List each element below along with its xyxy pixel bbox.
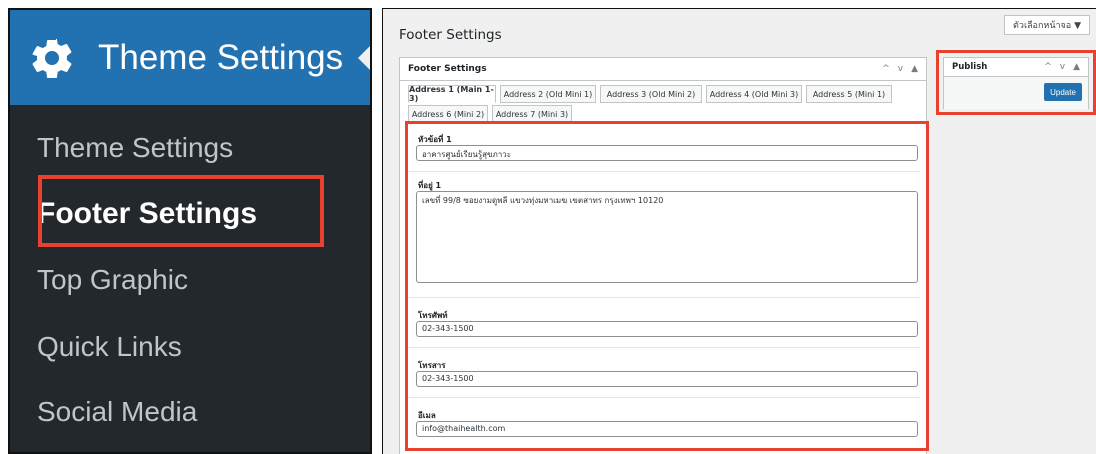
- tab-address-3[interactable]: Address 3 (Old Mini 2): [600, 85, 702, 103]
- metabox-controls: ^ v ▲: [882, 64, 918, 74]
- sidebar-item-social-media[interactable]: Social Media: [37, 396, 197, 428]
- move-up-icon[interactable]: ^: [882, 64, 890, 74]
- metabox-header: Footer Settings ^ v ▲: [400, 58, 926, 81]
- tab-address-1[interactable]: Address 1 (Main 1-3): [408, 85, 496, 103]
- toggle-panel-icon[interactable]: ▲: [911, 64, 918, 74]
- tab-address-2[interactable]: Address 2 (Old Mini 1): [500, 85, 596, 103]
- theme-settings-header-label: Theme Settings: [98, 37, 344, 77]
- page-title: Footer Settings: [399, 27, 502, 43]
- gear-icon: [32, 38, 72, 78]
- publish-highlight: [936, 50, 1096, 115]
- metabox-title: Footer Settings: [408, 64, 487, 74]
- current-menu-arrow-icon: [358, 44, 370, 72]
- admin-sidebar: Theme Settings Theme Settings Footer Set…: [8, 8, 372, 454]
- tab-address-4[interactable]: Address 4 (Old Mini 3): [706, 85, 802, 103]
- admin-content: ตัวเลือกหน้าจอ ▼ Footer Settings Footer …: [382, 8, 1096, 454]
- sidebar-item-quick-links[interactable]: Quick Links: [37, 331, 182, 363]
- tab-address-5[interactable]: Address 5 (Mini 1): [806, 85, 892, 103]
- theme-settings-menu-header[interactable]: Theme Settings: [10, 10, 370, 105]
- sidebar-item-top-graphic[interactable]: Top Graphic: [37, 264, 188, 296]
- move-down-icon[interactable]: v: [898, 64, 903, 74]
- form-highlight: [405, 121, 929, 451]
- footer-settings-highlight: [38, 175, 324, 247]
- screen-options-button[interactable]: ตัวเลือกหน้าจอ ▼: [1004, 15, 1090, 35]
- sidebar-item-theme-settings[interactable]: Theme Settings: [37, 132, 233, 164]
